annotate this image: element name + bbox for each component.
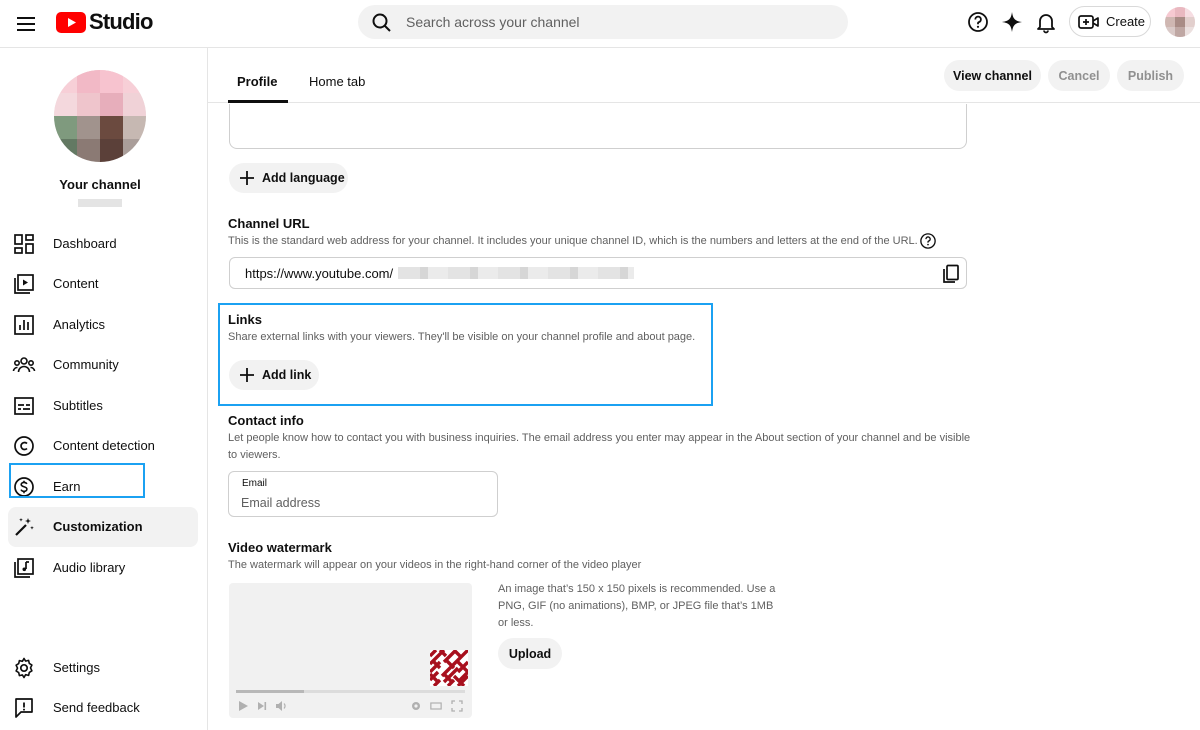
sidebar: Your channel Dashboard Content Analytics… xyxy=(0,48,208,730)
sidebar-item-label: Analytics xyxy=(53,317,106,332)
sidebar-item-label: Audio library xyxy=(53,560,126,575)
sidebar-item-customization[interactable]: Customization xyxy=(8,507,198,547)
sidebar-item-send-feedback[interactable]: Send feedback xyxy=(8,688,198,728)
contact-info-description: Let people know how to contact you with … xyxy=(228,432,971,461)
sidebar-item-label: Customization xyxy=(53,519,143,534)
upload-button[interactable]: Upload xyxy=(498,638,562,669)
tab-home[interactable]: Home tab xyxy=(309,74,365,89)
watermark-preview xyxy=(229,583,472,718)
account-avatar[interactable] xyxy=(1165,7,1195,37)
add-language-label: Add language xyxy=(262,171,345,185)
sidebar-item-label: Send feedback xyxy=(53,700,140,715)
menu-icon[interactable] xyxy=(12,10,40,38)
channel-url-field[interactable]: https://www.youtube.com/ xyxy=(229,257,967,289)
video-watermark-title: Video watermark xyxy=(228,540,332,555)
add-language-button[interactable]: Add language xyxy=(229,163,348,193)
youtube-studio-logo[interactable]: Studio xyxy=(56,9,153,35)
sidebar-item-label: Subtitles xyxy=(53,398,103,413)
sidebar-item-label: Content xyxy=(53,276,99,291)
community-icon xyxy=(12,353,36,377)
links-section-highlight xyxy=(218,303,713,406)
sidebar-item-label: Dashboard xyxy=(53,236,117,251)
sidebar-item-label: Settings xyxy=(53,660,100,675)
contact-info-title: Contact info xyxy=(228,413,304,428)
help-icon[interactable] xyxy=(919,232,937,250)
channel-title: Your channel xyxy=(59,177,141,192)
theater-mode-icon xyxy=(430,702,442,710)
search-input[interactable] xyxy=(406,5,826,39)
top-bar: Studio Create xyxy=(0,0,1200,48)
profile-content: Add language Channel URL This is the sta… xyxy=(208,104,1200,730)
volume-icon xyxy=(276,701,286,711)
tab-bar: Profile Home tab View channel Cancel Pub… xyxy=(208,48,1200,103)
plus-icon xyxy=(240,171,254,185)
subtitles-icon xyxy=(12,394,36,418)
create-label: Create xyxy=(1106,14,1146,29)
feedback-icon xyxy=(12,696,36,720)
sidebar-item-analytics[interactable]: Analytics xyxy=(8,305,198,345)
sidebar-item-community[interactable]: Community xyxy=(8,345,198,385)
channel-url-title: Channel URL xyxy=(228,216,310,231)
dashboard-icon xyxy=(12,232,36,256)
add-link-label: Add link xyxy=(262,368,312,382)
plus-icon xyxy=(240,368,254,382)
channel-avatar[interactable] xyxy=(54,70,146,162)
bell-icon[interactable] xyxy=(1034,10,1058,34)
search-icon[interactable] xyxy=(371,12,393,34)
publish-button[interactable]: Publish xyxy=(1117,60,1184,91)
fullscreen-icon xyxy=(451,700,463,712)
content-icon xyxy=(12,272,36,296)
watermark-image xyxy=(430,650,468,686)
channel-handle-redacted xyxy=(78,199,122,207)
help-icon[interactable] xyxy=(966,10,990,34)
links-description: Share external links with your viewers. … xyxy=(228,331,696,343)
add-link-button[interactable]: Add link xyxy=(229,360,319,390)
copy-icon[interactable] xyxy=(940,263,962,285)
sidebar-item-subtitles[interactable]: Subtitles xyxy=(8,386,198,426)
email-label: Email xyxy=(242,478,268,489)
channel-id-redacted xyxy=(398,267,634,279)
view-channel-button[interactable]: View channel xyxy=(944,60,1041,91)
gear-icon xyxy=(12,656,36,680)
sparkle-icon[interactable] xyxy=(1000,10,1024,34)
email-input[interactable] xyxy=(241,494,481,512)
channel-url-value: https://www.youtube.com/ xyxy=(245,266,394,281)
logo-text: Studio xyxy=(89,9,153,34)
sidebar-item-label: Content detection xyxy=(53,438,155,453)
analytics-icon xyxy=(12,313,36,337)
sidebar-item-settings[interactable]: Settings xyxy=(8,648,198,688)
tab-profile[interactable]: Profile xyxy=(237,74,277,89)
magic-wand-icon xyxy=(12,515,36,539)
create-video-icon xyxy=(1078,14,1099,29)
links-title: Links xyxy=(228,312,262,327)
video-progress-bar xyxy=(236,690,465,693)
customization-highlight xyxy=(9,463,145,498)
sidebar-item-label: Community xyxy=(53,357,119,372)
gear-icon xyxy=(412,702,420,710)
active-tab-indicator xyxy=(228,100,288,103)
description-field-bottom[interactable] xyxy=(229,104,967,149)
youtube-logo-icon xyxy=(56,11,86,33)
cancel-button[interactable]: Cancel xyxy=(1048,60,1110,91)
video-watermark-description: The watermark will appear on your videos… xyxy=(228,559,642,571)
sidebar-item-dashboard[interactable]: Dashboard xyxy=(8,224,198,264)
watermark-requirements: An image that’s 150 x 150 pixels is reco… xyxy=(498,583,776,629)
sidebar-item-content[interactable]: Content xyxy=(8,264,198,304)
next-icon xyxy=(258,702,267,710)
audio-library-icon xyxy=(12,556,36,580)
email-field[interactable]: Email xyxy=(228,471,498,517)
search-bar[interactable] xyxy=(358,5,848,39)
copyright-icon xyxy=(12,434,36,458)
sidebar-item-audio-library[interactable]: Audio library xyxy=(8,548,198,588)
sidebar-item-content-detection[interactable]: Content detection xyxy=(8,426,198,466)
channel-url-description: This is the standard web address for you… xyxy=(228,235,918,247)
create-button[interactable]: Create xyxy=(1069,6,1151,37)
play-icon xyxy=(239,701,248,711)
